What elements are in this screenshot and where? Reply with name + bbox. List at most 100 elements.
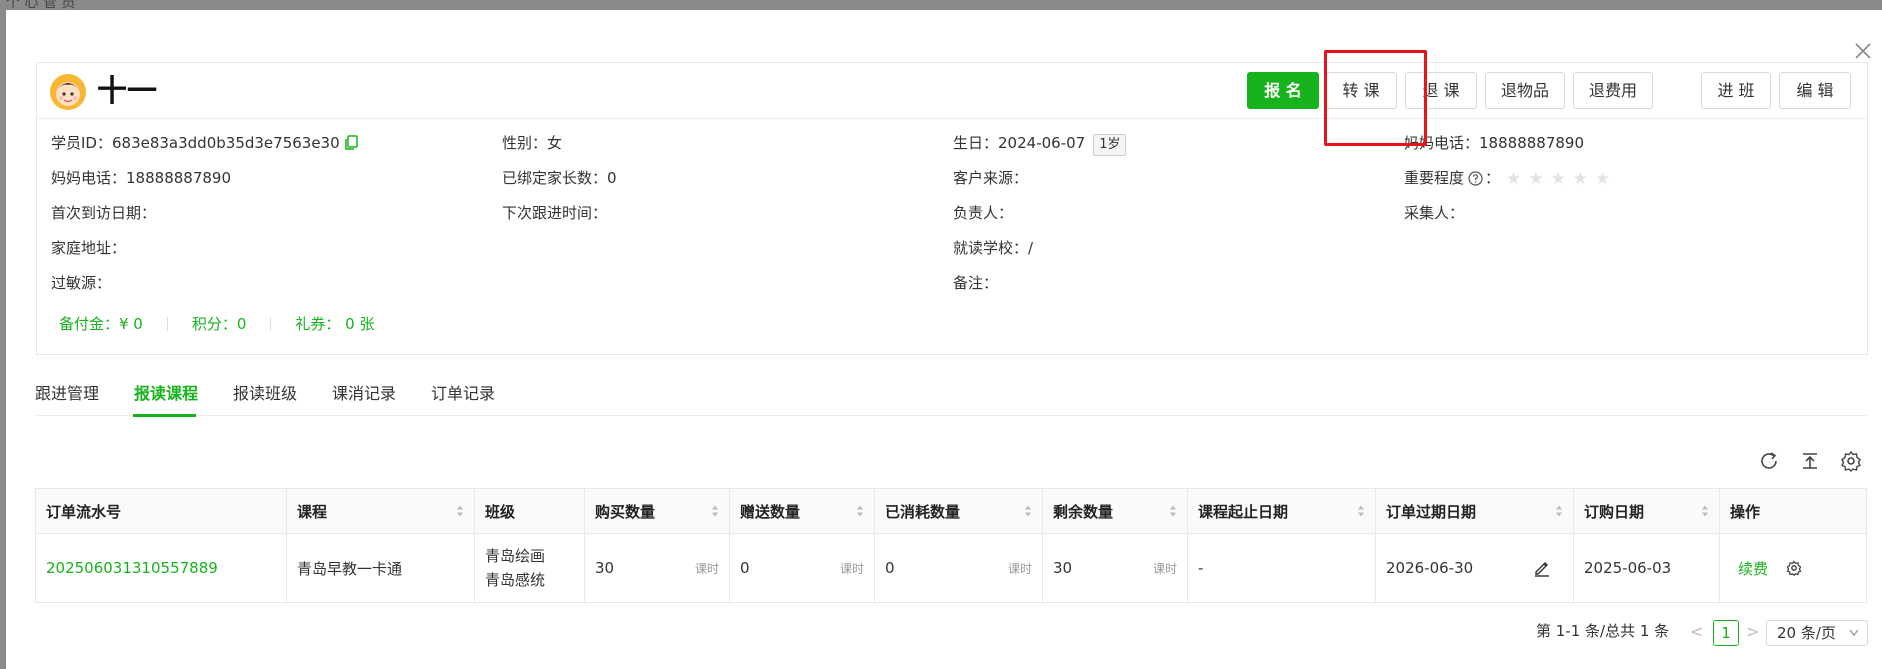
- allergy-label: 过敏源：: [51, 274, 112, 292]
- student-id-label: 学员ID：: [51, 134, 112, 152]
- sort-icon[interactable]: [711, 505, 719, 518]
- refund-fee-button[interactable]: 退费用: [1573, 72, 1653, 109]
- refund-goods-button[interactable]: 退物品: [1485, 72, 1565, 109]
- header-class: 班级: [475, 489, 585, 533]
- enroll-button[interactable]: 报 名: [1247, 72, 1319, 109]
- header-order-no: 订单流水号: [36, 489, 287, 533]
- coupons-stat[interactable]: 礼券： 0 张: [295, 315, 374, 333]
- dad-phone-value: 18888887890: [1479, 134, 1584, 152]
- transfer-course-button[interactable]: 转 课: [1325, 72, 1397, 109]
- tab-enrolled-courses[interactable]: 报读课程: [134, 380, 198, 404]
- table-header: 订单流水号 课程 班级 购买数量 赠送数量 已消耗数量 剩余数量 课程起止日期 …: [36, 489, 1866, 534]
- age-badge: 1岁: [1093, 134, 1127, 156]
- gender-field: 性别：女: [502, 133, 562, 153]
- settings-icon[interactable]: [1840, 450, 1862, 472]
- header-course[interactable]: 课程: [287, 489, 475, 533]
- header-order-date[interactable]: 订购日期: [1574, 489, 1720, 533]
- join-class-button[interactable]: 进 班: [1701, 72, 1771, 109]
- row-settings-icon[interactable]: [1786, 560, 1802, 576]
- page-size-select[interactable]: 20 条/页: [1766, 620, 1868, 646]
- header-expire-date[interactable]: 订单过期日期: [1376, 489, 1574, 533]
- sort-icon[interactable]: [1701, 505, 1709, 518]
- customer-source-label: 客户来源：: [953, 169, 1029, 187]
- allergy-field: 过敏源：: [51, 273, 111, 293]
- pagination-summary: 第 1-1 条/总共 1 条: [1536, 622, 1670, 640]
- sort-icon[interactable]: [856, 505, 864, 518]
- edit-pencil-icon[interactable]: [1533, 559, 1551, 577]
- active-tab-indicator: [133, 414, 196, 417]
- bound-parents-field: 已绑定家长数：0: [502, 168, 617, 188]
- detail-tabs: 跟进管理 报读课程 报读班级 课消记录 订单记录: [35, 372, 1867, 417]
- header-date-range[interactable]: 课程起止日期: [1188, 489, 1376, 533]
- header-remaining[interactable]: 剩余数量: [1043, 489, 1188, 533]
- address-field: 家庭地址：: [51, 238, 126, 258]
- importance-stars[interactable]: ★★★★★: [1506, 169, 1617, 189]
- dad-phone-label: 妈妈电话：: [1404, 134, 1480, 152]
- prev-page-button[interactable]: <: [1690, 622, 1703, 641]
- table-row: 202506031310557889 青岛早教一卡通 青岛绘画 青岛感统 30 课时…: [36, 534, 1866, 602]
- sort-icon[interactable]: [1555, 505, 1563, 518]
- header-bought[interactable]: 购买数量: [585, 489, 730, 533]
- importance-field: 重要程度： ★★★★★: [1404, 169, 1618, 189]
- cell-date-range: -: [1188, 534, 1376, 602]
- edit-button[interactable]: 编 辑: [1779, 72, 1851, 109]
- avatar: [50, 74, 86, 110]
- birthday-value: 2024-06-07: [998, 134, 1086, 152]
- gender-label: 性别：: [502, 134, 548, 152]
- cell-bought: 30 课时: [585, 534, 730, 602]
- collector-label: 采集人：: [1404, 204, 1465, 222]
- cell-order-date: 2025-06-03: [1574, 534, 1720, 602]
- tab-order-records[interactable]: 订单记录: [431, 380, 495, 404]
- customer-source-field: 客户来源：: [953, 168, 1028, 188]
- sort-icon[interactable]: [1357, 505, 1365, 518]
- tab-enrolled-classes[interactable]: 报读班级: [233, 380, 297, 404]
- header-consumed[interactable]: 已消耗数量: [875, 489, 1043, 533]
- student-id-value: 683e83a3dd0b35d3e7563e30: [111, 134, 340, 152]
- owner-label: 负责人：: [953, 204, 1014, 222]
- column-height-icon[interactable]: [1799, 450, 1821, 472]
- order-no-link[interactable]: 202506031310557889: [46, 559, 218, 577]
- header-gift[interactable]: 赠送数量: [730, 489, 875, 533]
- address-label: 家庭地址：: [51, 239, 127, 257]
- mom-phone-label: 妈妈电话：: [51, 169, 127, 187]
- bound-parents-label: 已绑定家长数：: [502, 169, 608, 187]
- sort-icon[interactable]: [1024, 505, 1032, 518]
- school-field: 就读学校：/: [953, 238, 1033, 258]
- question-icon[interactable]: [1468, 171, 1483, 186]
- refresh-icon[interactable]: [1758, 450, 1780, 472]
- divider: [270, 317, 272, 331]
- student-detail-modal: 十一 报 名 转 课 退 课 退物品 退费用 进 班 编 辑 学员ID：683e…: [6, 10, 1882, 669]
- sort-icon[interactable]: [456, 505, 464, 518]
- sort-icon[interactable]: [1169, 505, 1177, 518]
- first-visit-label: 首次到访日期：: [51, 204, 157, 222]
- cell-order-no: 202506031310557889: [36, 534, 287, 602]
- mom-phone-field: 妈妈电话：18888887890: [51, 168, 231, 188]
- dad-phone-field: 妈妈电话：18888887890: [1404, 133, 1584, 153]
- copy-icon[interactable]: [344, 135, 358, 151]
- owner-field: 负责人：: [953, 203, 1013, 223]
- gender-value: 女: [547, 134, 563, 152]
- card-header: 十一 报 名 转 课 退 课 退物品 退费用 进 班 编 辑: [37, 63, 1867, 119]
- renew-link[interactable]: 续费: [1738, 558, 1768, 579]
- importance-label: 重要程度: [1404, 169, 1465, 187]
- tab-follow-up[interactable]: 跟进管理: [35, 380, 99, 404]
- close-icon[interactable]: [1852, 40, 1874, 62]
- background-strip: 个 心 管 员: [0, 0, 1882, 11]
- cell-class: 青岛绘画 青岛感统: [475, 534, 585, 602]
- student-name: 十一: [97, 74, 157, 109]
- first-visit-field: 首次到访日期：: [51, 203, 156, 223]
- chevron-down-icon: [1849, 629, 1859, 637]
- points-stat[interactable]: 积分：0: [192, 315, 247, 333]
- deposit-stat[interactable]: 备付金：¥ 0: [59, 315, 143, 333]
- next-page-button[interactable]: >: [1746, 622, 1759, 641]
- tab-consumption-records[interactable]: 课消记录: [332, 380, 396, 404]
- cell-action: 续费: [1720, 534, 1866, 602]
- next-follow-field: 下次跟进时间：: [502, 203, 607, 223]
- enrolled-courses-table: 订单流水号 课程 班级 购买数量 赠送数量 已消耗数量 剩余数量 课程起止日期 …: [35, 488, 1867, 603]
- cell-consumed: 0 课时: [875, 534, 1043, 602]
- cell-gift: 0 课时: [730, 534, 875, 602]
- student-info-card: 十一 报 名 转 课 退 课 退物品 退费用 进 班 编 辑 学员ID：683e…: [36, 62, 1868, 355]
- refund-course-button[interactable]: 退 课: [1405, 72, 1477, 109]
- current-page-button[interactable]: 1: [1713, 620, 1739, 646]
- bound-parents-value: 0: [607, 169, 617, 187]
